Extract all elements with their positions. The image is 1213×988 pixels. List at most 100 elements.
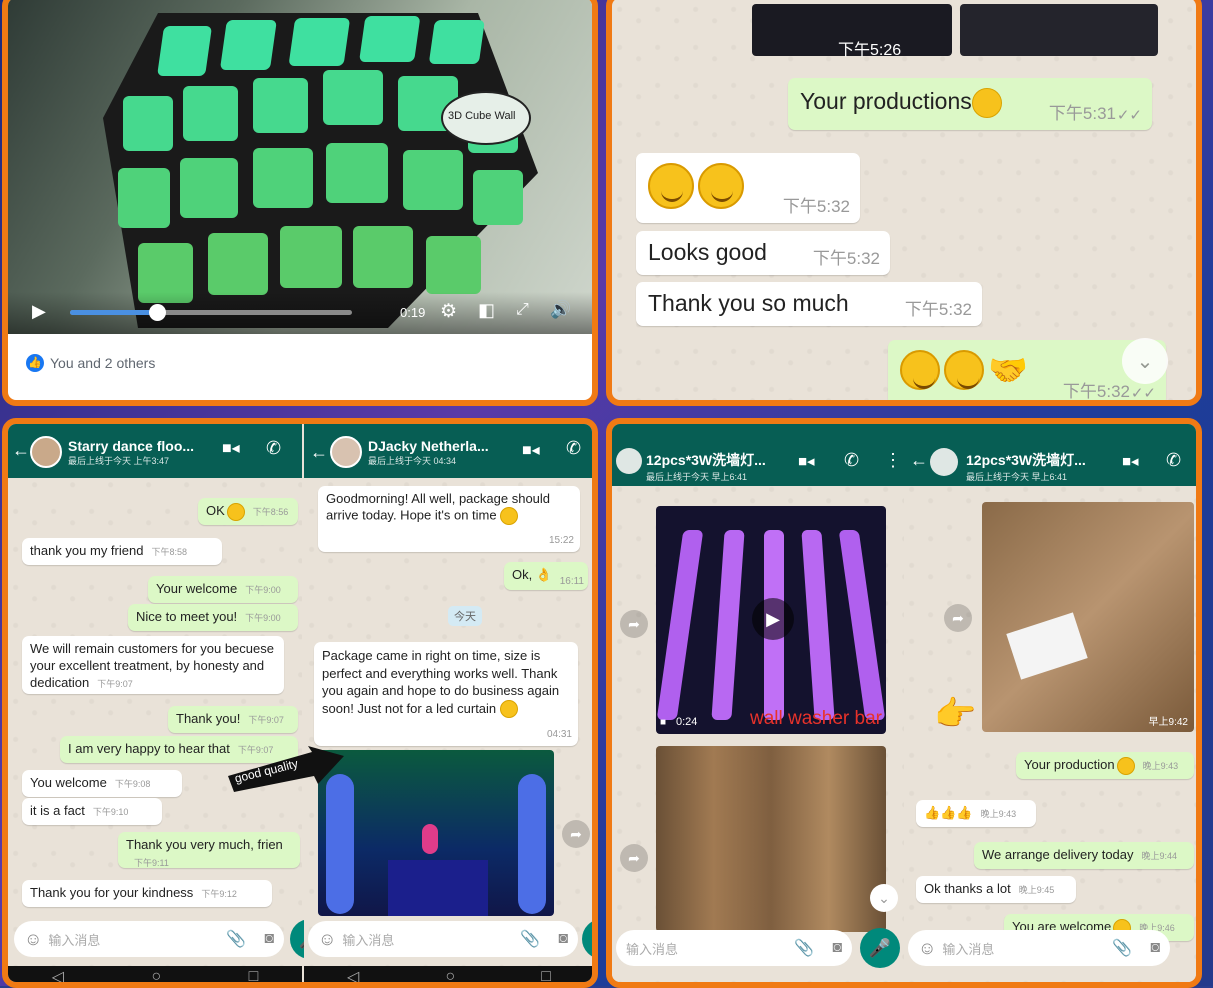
message-thank-you[interactable]: Thank you so much 下午5:32 xyxy=(636,282,982,326)
grin-emoji-icon xyxy=(971,88,1002,118)
message-bubble[interactable]: Thank you very much, frien 下午9:11 xyxy=(118,832,300,868)
avatar[interactable] xyxy=(616,448,642,474)
message-goodmorning[interactable]: Goodmorning! All well, package should ar… xyxy=(318,486,580,552)
last-seen: 最后上线于今天 早上6:41 xyxy=(966,472,1068,482)
message-input[interactable]: 输入消息 📎 ◙ xyxy=(616,930,852,966)
nav-home-icon[interactable]: ○ xyxy=(151,968,161,982)
forward-icon[interactable]: ➦ xyxy=(562,820,590,848)
message-bubble[interactable]: We will remain customers for you becuese… xyxy=(22,636,284,694)
message-time: 下午9:08 xyxy=(114,779,151,789)
last-seen: 最后上线于今天 上午3:47 xyxy=(68,456,170,466)
mic-button[interactable]: 🎤 xyxy=(582,919,592,959)
message-your-productions[interactable]: Your productions 下午5:31 ✓✓ xyxy=(788,78,1152,130)
video-camera-icon: ■ xyxy=(660,717,667,728)
attach-icon[interactable]: 📎 xyxy=(794,938,814,958)
play-button[interactable]: ▶ xyxy=(752,598,794,640)
message-bubble[interactable]: thank you my friend 下午8:58 xyxy=(22,538,222,565)
back-arrow-icon[interactable]: ← xyxy=(12,440,30,461)
emoji-icon[interactable]: ☺ xyxy=(24,929,42,950)
message-time: 下午9:11 xyxy=(134,858,169,868)
avatar[interactable] xyxy=(930,448,958,476)
nav-recents-icon[interactable]: □ xyxy=(541,968,551,982)
phone-call-icon[interactable]: ✆ xyxy=(1166,450,1181,471)
date-divider: 今天 xyxy=(448,606,482,626)
video-frame[interactable]: 3D Cube Wall ▶ 0:19 ⚙ ◧ ⤢ 🔊 xyxy=(8,0,592,334)
emoji-icon[interactable]: ☺ xyxy=(318,929,336,950)
message-input[interactable]: ☺ 输入消息 📎 ◙ xyxy=(14,921,284,957)
message-bubble[interactable]: OK 下午8:56 xyxy=(198,498,298,525)
gear-icon[interactable]: ⚙ xyxy=(440,300,457,323)
message-ok[interactable]: Ok, 👌 16:11 xyxy=(504,562,588,590)
image-thumb-2[interactable] xyxy=(960,4,1158,56)
message-bubble[interactable]: Your production 晚上9:43 xyxy=(1016,752,1194,779)
delivery-photo[interactable]: 早上9:42 xyxy=(982,502,1194,732)
message-text: We arrange delivery today xyxy=(982,847,1134,862)
phone-call-icon[interactable]: ✆ xyxy=(566,438,581,459)
message-time: 晚上9:43 xyxy=(980,809,1017,819)
input-placeholder: 输入消息 xyxy=(342,932,395,948)
video-thumbnail[interactable]: ▶ 0:24 ■ xyxy=(656,506,886,734)
nav-back-icon[interactable]: ◁ xyxy=(347,967,359,982)
mic-button[interactable]: 🎤 xyxy=(860,928,900,968)
message-bubble[interactable]: We arrange delivery today 晚上9:44 xyxy=(974,842,1194,869)
forward-icon[interactable]: ➦ xyxy=(944,604,972,632)
seek-bar[interactable] xyxy=(70,304,352,321)
message-bubble[interactable]: Thank you! 下午9:07 xyxy=(168,706,298,733)
boxes-photo[interactable] xyxy=(656,746,886,932)
dj-booth-photo[interactable] xyxy=(318,750,554,916)
camera-icon[interactable]: ◙ xyxy=(558,930,568,948)
camera-icon[interactable]: ◙ xyxy=(832,939,842,957)
message-input[interactable]: ☺ 输入消息 📎 ◙ xyxy=(908,930,1170,966)
nav-home-icon[interactable]: ○ xyxy=(445,968,455,982)
message-list: OK 下午8:56 thank you my friend 下午8:58 Your we… xyxy=(8,484,302,907)
attach-icon[interactable]: 📎 xyxy=(226,929,246,949)
likes-row[interactable]: 👍 You and 2 others xyxy=(26,354,155,372)
chat-header: ← 12pcs*3W洗墙灯... 最后上线于今天 早上6:41 ■◂ ✆ xyxy=(904,440,1196,486)
menu-icon[interactable]: ⋮ xyxy=(884,450,902,471)
phone-call-icon[interactable]: ✆ xyxy=(844,450,859,471)
message-emoji-smiles[interactable]: 下午5:32 xyxy=(636,153,860,223)
back-arrow-icon[interactable]: ← xyxy=(910,450,928,471)
attach-icon[interactable]: 📎 xyxy=(1112,938,1132,958)
volume-icon[interactable]: 🔊 xyxy=(550,300,571,320)
forward-icon[interactable]: ➦ xyxy=(620,844,648,872)
camera-icon[interactable]: ◙ xyxy=(264,930,274,948)
message-bubble[interactable]: Nice to meet you! 下午9:00 xyxy=(128,604,298,631)
ok-hand-emoji-icon: 👌 xyxy=(535,567,553,582)
scroll-down-button[interactable]: ⌄ xyxy=(870,884,898,912)
attach-icon[interactable]: 📎 xyxy=(520,929,540,949)
message-input[interactable]: ☺ 输入消息 📎 ◙ xyxy=(308,921,578,957)
video-call-icon[interactable]: ■◂ xyxy=(222,438,240,458)
contact-name: DJacky Netherla... xyxy=(368,438,489,454)
video-call-icon[interactable]: ■◂ xyxy=(798,452,815,470)
message-bubble[interactable]: Your welcome 下午9:00 xyxy=(148,576,298,603)
smile-emoji-icon xyxy=(648,163,694,209)
phone-call-icon[interactable]: ✆ xyxy=(266,438,281,459)
seek-knob[interactable] xyxy=(149,304,167,321)
play-icon[interactable]: ▶ xyxy=(32,301,46,322)
message-bubble[interactable]: Thank you for your kindness 下午9:12 xyxy=(22,880,272,907)
scroll-down-button[interactable]: ⌄ xyxy=(1122,338,1168,384)
back-arrow-icon[interactable]: ← xyxy=(310,442,328,463)
message-bubble[interactable]: 👍👍👍 晚上9:43 xyxy=(916,800,1036,827)
message-bubble[interactable]: it is a fact 下午9:10 xyxy=(22,798,162,825)
pip-icon[interactable]: ◧ xyxy=(478,300,495,321)
message-package-came[interactable]: Package came in right on time, size is p… xyxy=(314,642,578,746)
message-bubble[interactable]: You welcome 下午9:08 xyxy=(22,770,182,797)
forward-icon[interactable]: ➦ xyxy=(620,610,648,638)
nav-back-icon[interactable]: ◁ xyxy=(52,967,64,982)
emoji-icon[interactable]: ☺ xyxy=(918,938,936,959)
message-looks-good[interactable]: Looks good 下午5:32 xyxy=(636,231,890,275)
nav-recents-icon[interactable]: □ xyxy=(249,968,259,982)
image-time: 下午5:26 xyxy=(838,42,902,59)
video-call-icon[interactable]: ■◂ xyxy=(522,440,540,460)
contact-name: 12pcs*3W洗墙灯... xyxy=(646,452,766,468)
avatar[interactable] xyxy=(330,436,362,468)
message-bubble[interactable]: Ok thanks a lot 晚上9:45 xyxy=(916,876,1076,903)
video-call-icon[interactable]: ■◂ xyxy=(1122,452,1139,470)
camera-icon[interactable]: ◙ xyxy=(1150,939,1160,957)
avatar[interactable] xyxy=(30,436,62,468)
input-placeholder: 输入消息 xyxy=(942,941,995,957)
last-seen: 最后上线于今天 04:34 xyxy=(368,456,457,466)
fullscreen-icon[interactable]: ⤢ xyxy=(516,301,529,319)
